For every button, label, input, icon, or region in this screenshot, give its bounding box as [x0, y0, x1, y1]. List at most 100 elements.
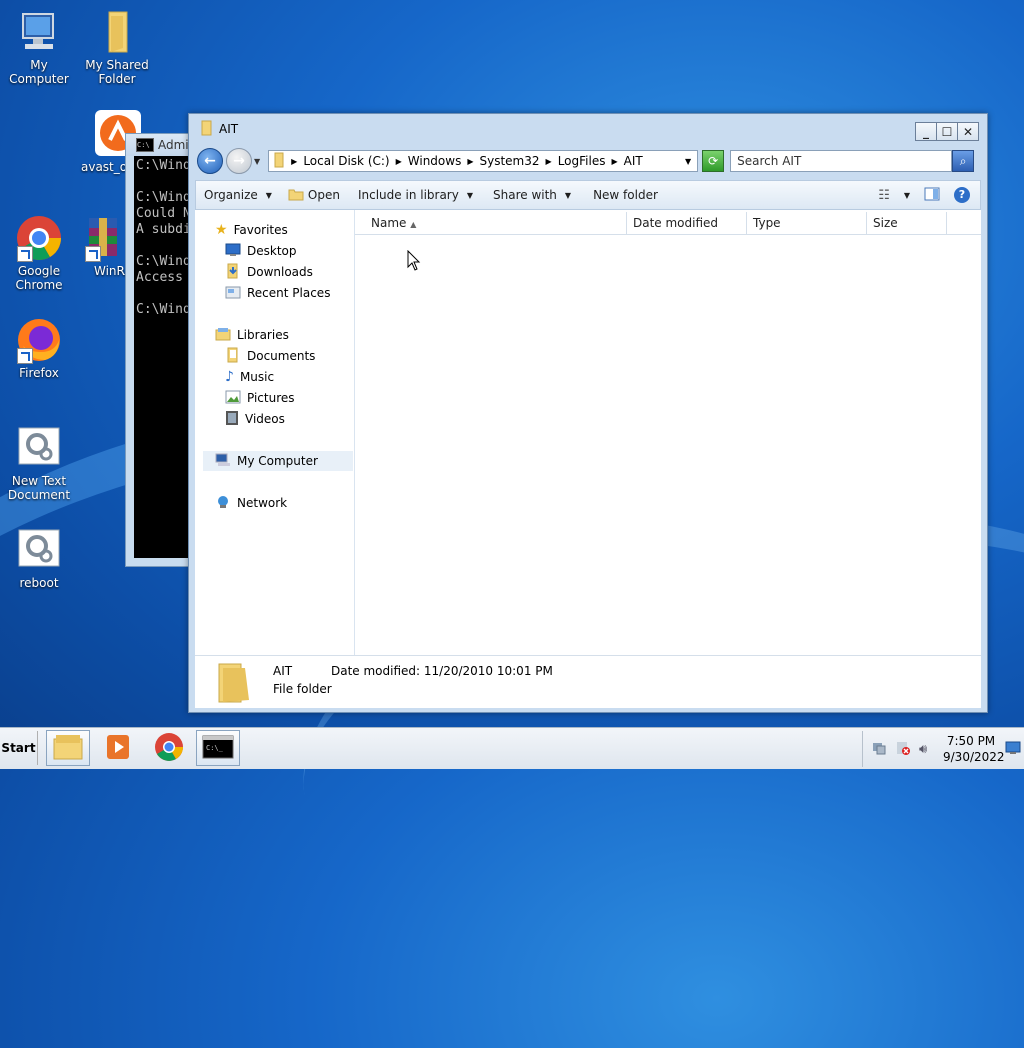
desktop-icon	[225, 243, 241, 260]
desktop-icon-reboot[interactable]: reboot	[0, 526, 78, 590]
network-icon	[215, 495, 231, 512]
open-button[interactable]: Open	[288, 187, 340, 204]
clock-time: 7:50 PM	[946, 734, 996, 748]
minimize-button[interactable]: _	[915, 122, 937, 141]
folder-icon	[93, 8, 141, 56]
chevron-right-icon[interactable]: ▶	[467, 157, 473, 166]
desktop-icon-winrar[interactable]: WinRA	[78, 214, 133, 278]
column-header-name[interactable]: Name ▲	[355, 212, 627, 234]
nav-documents[interactable]: Documents	[225, 346, 315, 366]
cmd-title: Admi	[158, 138, 189, 152]
breadcrumb-windows[interactable]: Windows	[408, 154, 462, 168]
include-in-library-button[interactable]: Include in library ▼	[358, 188, 473, 202]
address-bar[interactable]: ▶ Local Disk (C:) ▶ Windows ▶ System32 ▶ Lo…	[268, 150, 699, 172]
explorer-titlebar[interactable]: AIT	[189, 114, 987, 144]
refresh-button[interactable]: ⟳	[702, 150, 725, 172]
desktop-icon-label: My Computer	[9, 58, 69, 86]
cmd-icon: C:\_	[202, 735, 234, 762]
chrome-icon	[154, 732, 184, 765]
details-item-type: File folder	[273, 682, 332, 696]
computer-icon	[215, 453, 231, 470]
chevron-down-icon: ▼	[265, 190, 272, 200]
chevron-right-icon[interactable]: ▶	[611, 157, 617, 166]
preview-pane-icon[interactable]	[924, 187, 940, 204]
winrar-icon	[83, 214, 123, 262]
gear-document-icon	[15, 424, 63, 472]
nav-my-computer[interactable]: My Computer	[203, 451, 353, 471]
search-placeholder: Search AIT	[737, 154, 802, 168]
chevron-down-icon[interactable]: ▼	[904, 191, 910, 200]
new-folder-button[interactable]: New folder	[593, 188, 658, 202]
details-item-name: AIT	[273, 664, 293, 678]
breadcrumb-local-disk[interactable]: Local Disk (C:)	[303, 154, 389, 168]
details-pane: AIT File folder Date modified: 11/20/201…	[195, 655, 981, 708]
breadcrumb-ait[interactable]: AIT	[624, 154, 643, 168]
nav-libraries[interactable]: Libraries	[215, 325, 289, 345]
action-center-alert-icon[interactable]	[895, 740, 911, 759]
mouse-cursor-icon	[407, 249, 421, 275]
view-options-icon[interactable]: ☷	[878, 188, 890, 203]
desktop-icon-firefox[interactable]: Firefox	[0, 316, 78, 380]
shortcut-arrow-icon	[85, 246, 101, 262]
history-dropdown-icon[interactable]: ▼	[254, 157, 260, 166]
search-input[interactable]: Search AIT	[730, 150, 953, 172]
nav-network[interactable]: Network	[215, 493, 287, 513]
maximize-button[interactable]: ☐	[936, 122, 958, 141]
nav-pictures[interactable]: Pictures	[225, 388, 295, 408]
nav-favorites[interactable]: ★ Favorites	[215, 220, 288, 240]
explorer-window[interactable]: AIT _ ☐ ✕ ← → ▼ ▶ Local Disk (C:) ▶ Windo…	[188, 113, 988, 713]
show-desktop-icon[interactable]	[1005, 741, 1021, 758]
share-with-button[interactable]: Share with ▼	[493, 188, 571, 202]
column-header-type[interactable]: Type	[747, 212, 867, 234]
desktop-icon-chrome[interactable]: Google Chrome	[0, 214, 78, 292]
chevron-down-icon: ▼	[564, 190, 572, 200]
help-icon[interactable]: ?	[954, 187, 970, 203]
search-button[interactable]: ⌕	[952, 150, 975, 172]
desktop-icon-label: reboot	[19, 576, 59, 590]
taskbar-explorer-button[interactable]	[46, 730, 90, 766]
chevron-down-icon[interactable]: ▼	[685, 157, 691, 166]
chevron-right-icon[interactable]: ▶	[396, 157, 402, 166]
nav-desktop[interactable]: Desktop	[225, 241, 297, 261]
close-button[interactable]: ✕	[957, 122, 979, 141]
system-tray: 🔊︎ 7:50 PM 9/30/2022	[862, 731, 1023, 767]
start-button[interactable]: Start	[0, 731, 38, 765]
column-header-size[interactable]: Size	[867, 212, 947, 234]
taskbar-cmd-button[interactable]: C:\_	[196, 730, 240, 766]
column-header-date-modified[interactable]: Date modified	[627, 212, 747, 234]
videos-icon	[225, 410, 239, 429]
back-button[interactable]: ←	[197, 148, 223, 174]
taskbar-media-player-button[interactable]	[96, 730, 140, 766]
file-list-pane[interactable]: Name ▲ Date modified Type Size	[355, 210, 981, 655]
folder-icon	[52, 733, 84, 764]
desktop-icon-label: Google Chrome	[15, 264, 63, 292]
firefox-icon	[15, 316, 63, 364]
nav-recent-places[interactable]: Recent Places	[225, 283, 330, 303]
nav-videos[interactable]: Videos	[225, 409, 285, 429]
breadcrumb-logfiles[interactable]: LogFiles	[558, 154, 606, 168]
organize-button[interactable]: Organize ▼	[204, 188, 272, 202]
cmd-icon: C:\	[136, 138, 154, 152]
folder-icon	[215, 662, 253, 704]
network-tray-icon[interactable]	[871, 740, 887, 759]
clock-date: 9/30/2022	[943, 750, 1005, 764]
clock[interactable]: 7:50 PM 9/30/2022	[943, 733, 1005, 765]
breadcrumb-system32[interactable]: System32	[480, 154, 540, 168]
media-player-icon	[103, 733, 133, 764]
chevron-right-icon[interactable]: ▶	[291, 157, 297, 166]
chevron-right-icon[interactable]: ▶	[546, 157, 552, 166]
window-title: AIT	[219, 122, 239, 136]
column-headers: Name ▲ Date modified Type Size	[355, 212, 981, 235]
music-icon: ♪	[225, 369, 234, 385]
nav-downloads[interactable]: Downloads	[225, 262, 313, 282]
desktop-icon-my-computer[interactable]: My Computer	[0, 8, 78, 86]
taskbar-chrome-button[interactable]	[147, 730, 191, 766]
desktop-icon-label: Firefox	[19, 366, 59, 380]
desktop-icon-new-text-document[interactable]: New Text Document	[0, 424, 78, 502]
nav-music[interactable]: ♪ Music	[225, 367, 274, 387]
desktop-icon-shared-folder[interactable]: My Shared Folder	[78, 8, 156, 86]
computer-icon	[15, 8, 63, 56]
volume-icon[interactable]: 🔊︎	[919, 742, 927, 757]
recent-places-icon	[225, 285, 241, 302]
forward-button[interactable]: →	[226, 148, 252, 174]
